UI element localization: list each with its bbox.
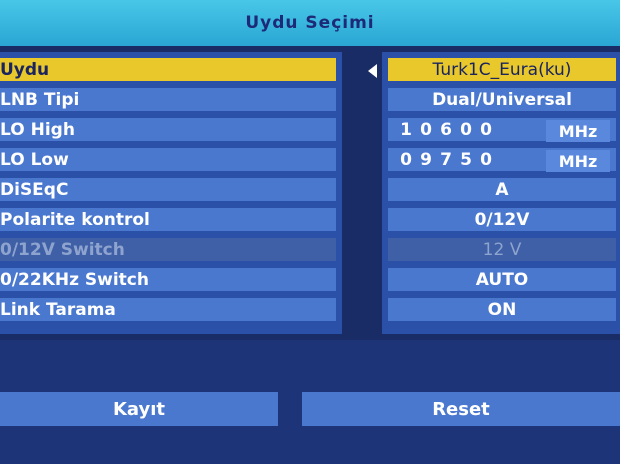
satellite-value: Turk1C_Eura(ku) [432,59,572,80]
row-label-lo-low[interactable]: LO Low [0,148,336,174]
menu-screen: Uydu Seçimi Uydu Turk1C_Eura(ku) LNB Tip… [0,0,620,464]
row-label: Uydu [0,59,50,80]
row-label-link-tarama[interactable]: Link Tarama [0,298,336,324]
reset-button[interactable]: Reset [302,392,620,426]
row-label-polarite[interactable]: Polarite kontrol [0,208,336,234]
lo-low-digit: 5 [460,149,472,170]
row-value-link-tarama[interactable]: ON [388,298,616,324]
row-label-12v-switch: 0/12V Switch [0,238,336,264]
row-label: DiSEqC [0,179,69,200]
row-label: LO High [0,119,75,140]
lo-low-digit: 9 [420,149,432,170]
lo-low-digit: 0 [480,149,492,170]
row-value-12v-switch: 12 V [388,238,616,264]
row-value-22khz-switch[interactable]: AUTO [388,268,616,294]
row-label: Polarite kontrol [0,209,150,230]
row-value-polarite[interactable]: 0/12V [388,208,616,234]
row-label-22khz-switch[interactable]: 0/22KHz Switch [0,268,336,294]
title-bar: Uydu Seçimi [0,0,620,46]
lo-low-unit: MHz [546,150,610,172]
row-label: LO Low [0,149,69,170]
row-label-uydu[interactable]: Uydu [0,58,336,84]
row-label: 0/22KHz Switch [0,269,149,290]
save-button-label: Kayıt [112,398,166,420]
switch-12v-value: 12 V [482,239,522,260]
row-value-diseqc[interactable]: A [388,178,616,204]
row-label-lo-high[interactable]: LO High [0,118,336,144]
row-value-lo-high[interactable]: 1 0 6 0 0 MHz [388,118,616,144]
row-label-diseqc[interactable]: DiSEqC [0,178,336,204]
save-button[interactable]: Kayıt [0,392,278,426]
row-value-lnb-tipi[interactable]: Dual/Universal [388,88,616,114]
lo-high-digit: 0 [460,119,472,140]
lo-low-digit: 0 [400,149,412,170]
row-value-lo-low[interactable]: 0 9 7 5 0 MHz [388,148,616,174]
link-scan-value: ON [487,299,517,320]
switch-22khz-value: AUTO [475,269,529,290]
page-title: Uydu Seçimi [245,13,375,33]
reset-button-label: Reset [432,398,490,420]
row-label: LNB Tipi [0,89,80,110]
lo-high-digit: 1 [400,119,412,140]
lo-high-unit: MHz [546,120,610,142]
row-label: 0/12V Switch [0,239,125,260]
left-arrow-icon[interactable] [368,64,377,78]
lnb-type-value: Dual/Universal [432,89,572,110]
row-label: Link Tarama [0,299,116,320]
polarity-value: 0/12V [474,209,530,230]
lo-low-digit: 7 [440,149,452,170]
row-value-uydu[interactable]: Turk1C_Eura(ku) [388,58,616,84]
row-label-lnb-tipi[interactable]: LNB Tipi [0,88,336,114]
diseqc-value: A [495,179,509,200]
lo-high-digit: 0 [480,119,492,140]
lo-high-digit: 0 [420,119,432,140]
lo-high-digit: 6 [440,119,452,140]
